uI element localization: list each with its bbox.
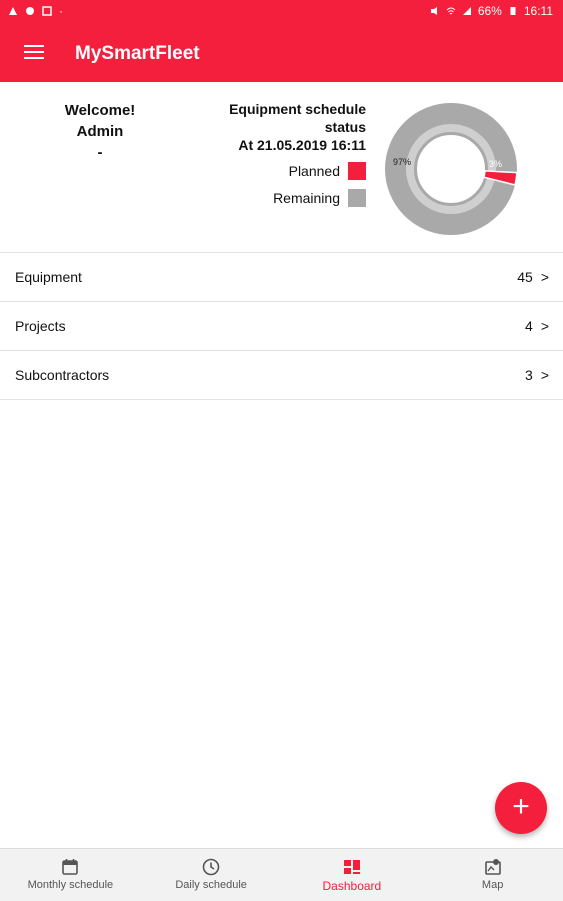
nav-dashboard[interactable]: Dashboard — [282, 849, 423, 901]
mute-icon — [430, 7, 437, 15]
welcome-subtitle: - — [97, 144, 103, 161]
menu-icon — [24, 45, 44, 47]
donut-remaining-arc — [385, 103, 517, 235]
nav-label: Monthly schedule — [27, 879, 114, 891]
schedule-donut-chart: 97% 3% — [385, 103, 518, 235]
nav-label: Daily schedule — [175, 879, 247, 891]
schedule-status-title: Equipment schedule — [229, 101, 366, 117]
legend-remaining-swatch — [348, 189, 366, 207]
welcome-user: Admin — [76, 123, 124, 140]
chevron-right-icon: > — [540, 367, 549, 383]
donut-inner-ring — [406, 124, 496, 214]
legend-planned: Planned — [289, 162, 366, 180]
location-icon — [26, 7, 34, 15]
plus-icon: + — [512, 790, 530, 823]
signal-icon — [9, 7, 17, 15]
status-bar-right: 66% 16:11 — [430, 4, 553, 18]
schedule-status-timestamp: At 21.05.2019 16:11 — [238, 137, 366, 153]
nav-map[interactable]: Map — [422, 849, 563, 901]
map-icon — [484, 859, 501, 875]
menu-button[interactable] — [22, 42, 46, 62]
app-title: MySmartFleet — [75, 43, 200, 64]
list-item-subcontractors[interactable]: Subcontractors 3 > — [0, 350, 563, 400]
menu-icon-bar — [24, 57, 44, 59]
list-item-count: 45 — [517, 269, 533, 285]
list-item-label: Projects — [15, 318, 66, 334]
cell-signal-icon — [462, 7, 471, 15]
legend-remaining: Remaining — [273, 189, 366, 207]
menu-icon-bar — [24, 51, 44, 53]
status-bar-left: · — [8, 4, 63, 18]
list-item-count-group: 4 > — [525, 318, 549, 334]
status-bar: · 66% 16:11 — [0, 0, 563, 24]
battery-icon — [510, 7, 516, 15]
list-item-count: 4 — [525, 318, 533, 334]
legend-planned-label: Planned — [288, 163, 340, 179]
schedule-status-block: Equipment schedule status At 21.05.2019 … — [146, 100, 366, 154]
nav-monthly-schedule[interactable]: Monthly schedule — [0, 849, 141, 901]
donut-svg — [385, 103, 518, 235]
legend-remaining-label: Remaining — [273, 190, 340, 206]
image-icon — [42, 6, 52, 16]
wifi-icon — [446, 7, 456, 15]
clock-icon — [202, 858, 220, 876]
list-item-count: 3 — [525, 367, 533, 383]
chevron-right-icon: > — [540, 269, 549, 285]
dashboard-icon — [343, 860, 360, 874]
nav-daily-schedule[interactable]: Daily schedule — [141, 849, 282, 901]
donut-remaining-label: 97% — [393, 157, 412, 167]
list-item-projects[interactable]: Projects 4 > — [0, 301, 563, 350]
app-header: · 66% 16:11 MySmartFleet — [0, 0, 563, 82]
donut-planned-label: 3% — [489, 159, 503, 169]
chevron-right-icon: > — [540, 318, 549, 334]
legend-planned-swatch — [348, 162, 366, 180]
bottom-navigation: Monthly schedule Daily schedule Dashboar… — [0, 848, 563, 901]
clock-time: 16:11 — [523, 4, 553, 18]
calendar-icon — [62, 859, 79, 875]
nav-label: Dashboard — [322, 879, 382, 893]
list-item-label: Equipment — [15, 269, 82, 285]
list-item-label: Subcontractors — [15, 367, 110, 383]
list-item-equipment[interactable]: Equipment 45 > — [0, 252, 563, 301]
list-item-count-group: 45 > — [517, 269, 549, 285]
battery-percent: 66% — [477, 4, 502, 18]
welcome-greeting: Welcome! — [64, 102, 136, 119]
schedule-status-title-line2: status — [324, 119, 366, 135]
summary-list: Equipment 45 > Projects 4 > Subcontracto… — [0, 252, 563, 400]
nav-label: Map — [481, 879, 504, 891]
notification-dot-icon: · — [59, 4, 63, 18]
list-item-count-group: 3 > — [525, 367, 549, 383]
welcome-block: Welcome! Admin - — [40, 100, 160, 163]
add-button[interactable]: + — [495, 782, 547, 834]
